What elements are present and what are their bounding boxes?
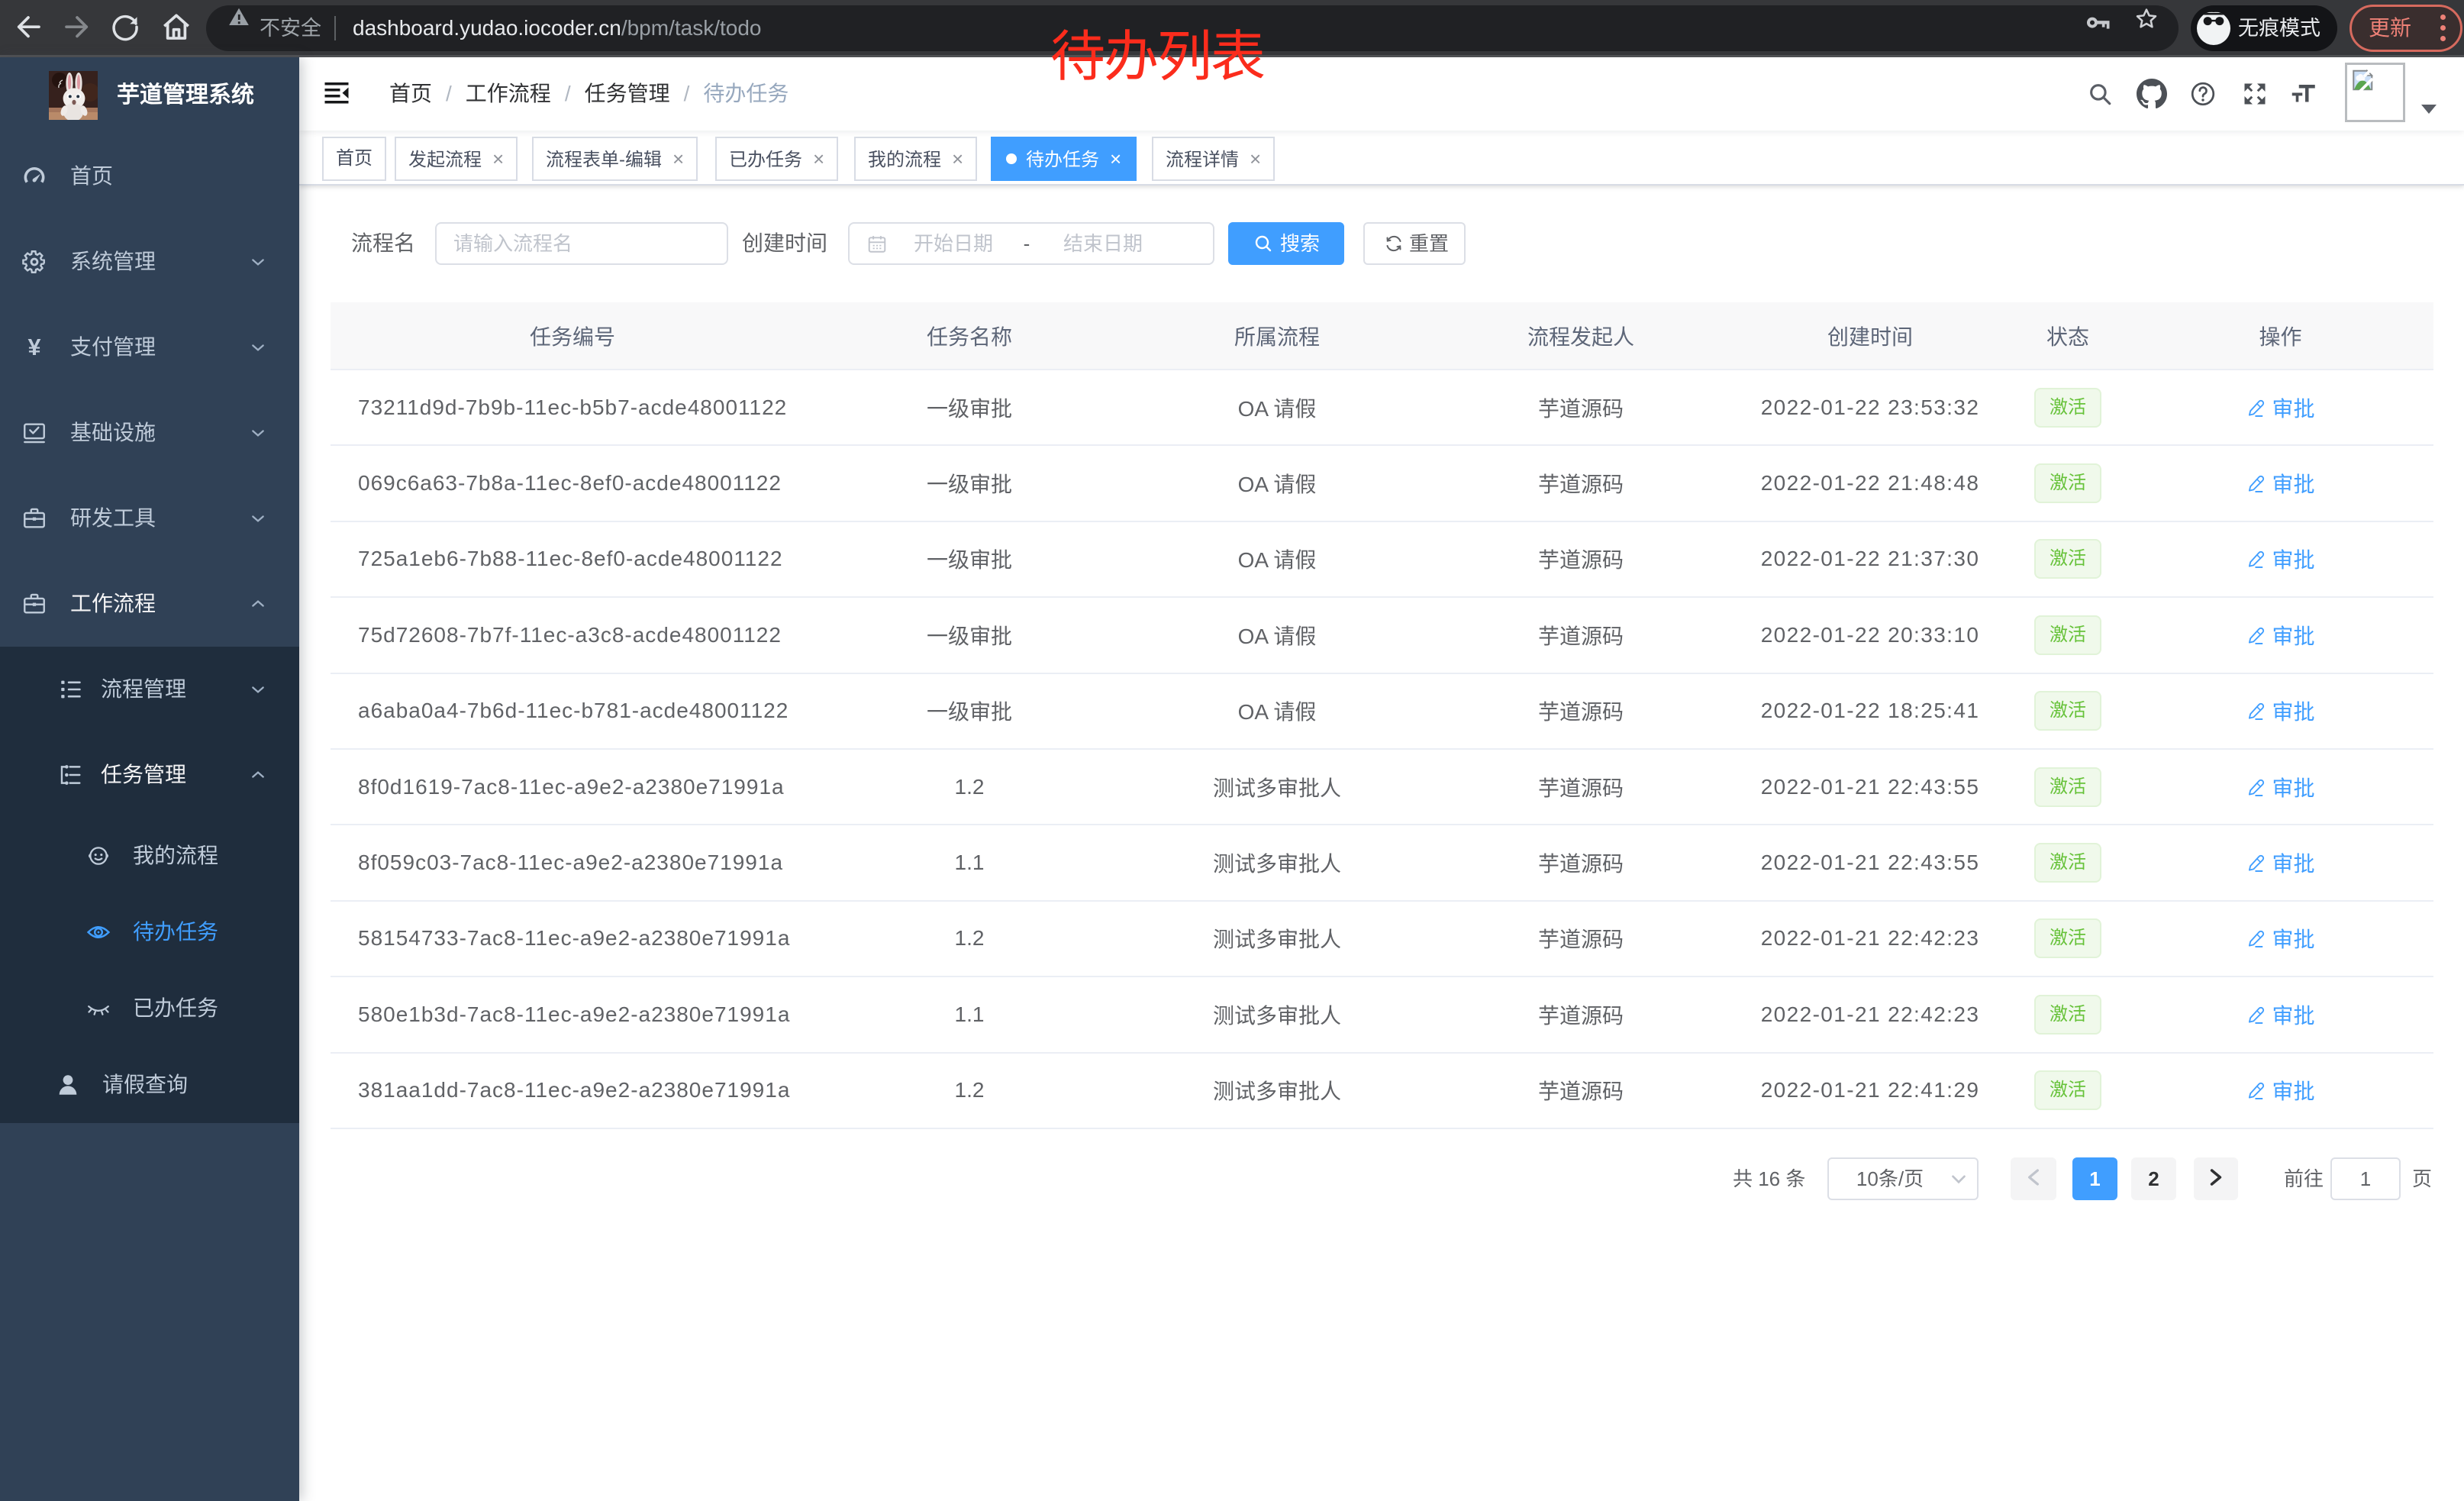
- svg-text:¥: ¥: [27, 334, 40, 360]
